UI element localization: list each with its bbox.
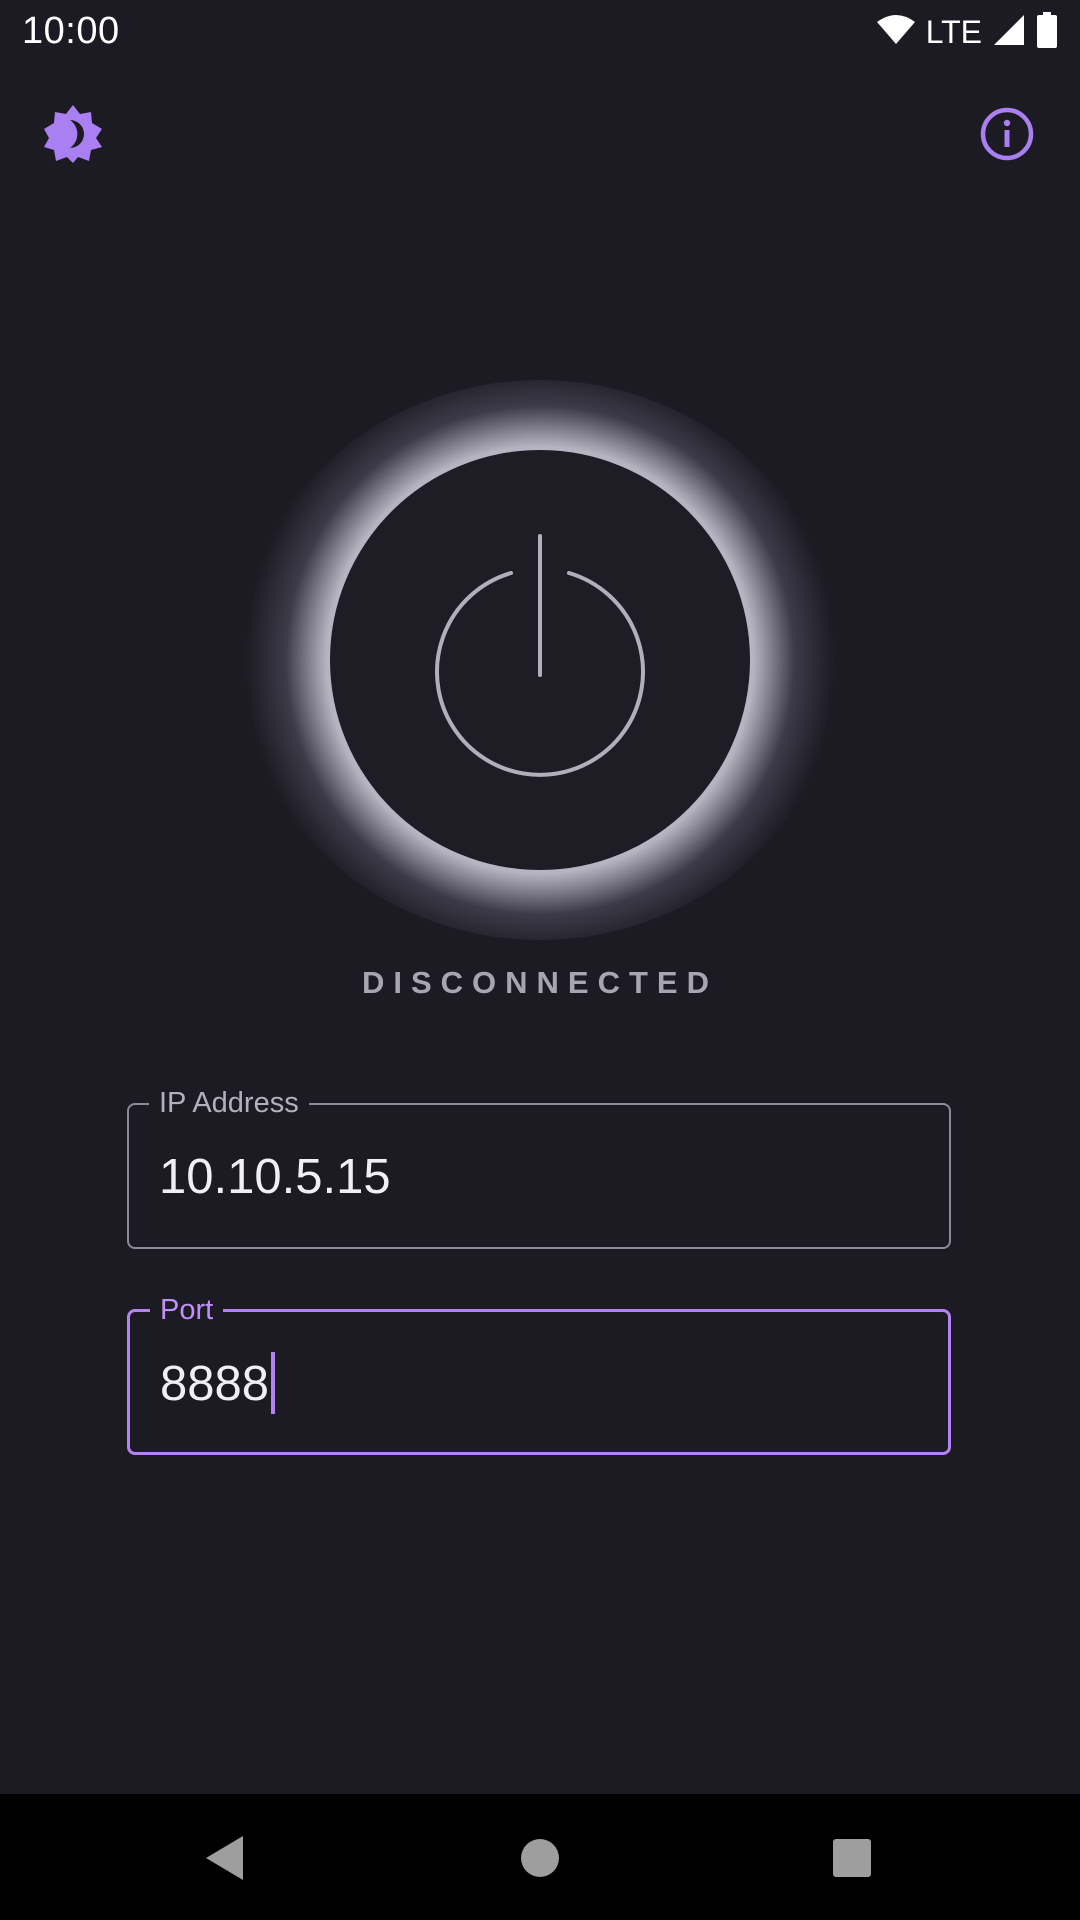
port-value: 8888	[160, 1357, 270, 1411]
signal-icon	[992, 13, 1026, 52]
port-field[interactable]: Port 8888	[127, 1290, 951, 1455]
power-button[interactable]	[330, 450, 750, 870]
status-bar: 10:00 LTE	[0, 0, 1080, 64]
ip-address-value[interactable]: 10.10.5.15	[159, 1145, 391, 1209]
recents-icon	[832, 1838, 872, 1883]
text-cursor	[271, 1352, 276, 1414]
back-icon	[203, 1834, 247, 1887]
info-icon	[979, 106, 1035, 167]
network-type: LTE	[925, 13, 982, 50]
recents-button[interactable]	[816, 1824, 888, 1896]
home-icon	[520, 1838, 560, 1883]
power-icon	[425, 533, 655, 788]
status-icons: LTE	[876, 10, 1058, 54]
info-button[interactable]	[973, 102, 1041, 170]
navigation-bar	[0, 1794, 1080, 1920]
ip-address-field[interactable]: IP Address 10.10.5.15	[127, 1083, 951, 1249]
back-button[interactable]	[189, 1824, 261, 1896]
port-label: Port	[150, 1290, 224, 1330]
wifi-icon	[876, 14, 916, 51]
port-input[interactable]: 8888	[160, 1352, 276, 1416]
ip-address-label: IP Address	[149, 1083, 309, 1123]
theme-toggle-button[interactable]	[39, 102, 107, 170]
connection-status: DISCONNECTED	[361, 965, 718, 1000]
home-button[interactable]	[504, 1824, 576, 1896]
battery-icon	[1036, 11, 1058, 53]
theme-toggle-icon	[42, 103, 104, 170]
status-time: 10:00	[22, 10, 120, 52]
